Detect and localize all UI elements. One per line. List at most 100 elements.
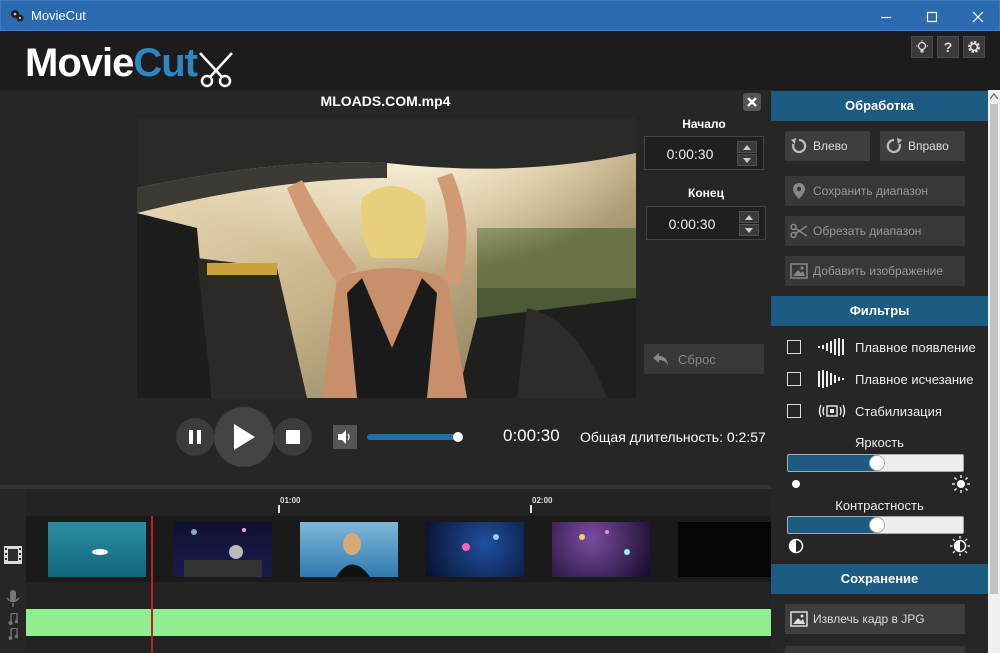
video-track-icon	[4, 545, 22, 565]
tick-mark	[278, 505, 280, 513]
pause-button[interactable]	[176, 418, 214, 456]
music-note-icon	[8, 628, 18, 640]
rotate-right-button[interactable]: Вправо	[880, 131, 965, 161]
tools-panel-scrollbar[interactable]	[988, 90, 1000, 653]
microphone-icon	[6, 590, 20, 607]
scroll-up-icon[interactable]	[990, 93, 998, 99]
video-frame-image	[137, 118, 636, 398]
fade-in-checkbox[interactable]	[787, 340, 801, 354]
tips-button[interactable]	[911, 36, 933, 58]
current-time: 0:00:30	[503, 426, 560, 445]
clip-thumbnail[interactable]	[678, 522, 771, 577]
play-button[interactable]	[214, 407, 274, 467]
scrollbar-thumb[interactable]	[990, 104, 998, 594]
caret-up-icon	[743, 144, 751, 150]
clip-boat-image	[92, 549, 108, 555]
close-file-button[interactable]	[743, 93, 761, 111]
fade-out-checkbox[interactable]	[787, 372, 801, 386]
rotate-left-icon	[785, 137, 813, 155]
tick-mark	[530, 505, 532, 513]
mic-track-icon	[4, 590, 22, 608]
app-film-icon	[11, 10, 24, 22]
brightness-fill	[788, 455, 877, 471]
player-panel: MLOADS.COM.mp4 Начало 0:00:30 Конец 0:00…	[0, 90, 771, 485]
reset-button[interactable]: Сброс	[644, 344, 764, 374]
fade-in-label: Плавное появление	[855, 339, 976, 355]
video-preview[interactable]	[137, 118, 636, 398]
next-save-button[interactable]	[785, 646, 965, 653]
music-track-icon	[4, 613, 22, 625]
end-time-field[interactable]: 0:00:30	[646, 206, 766, 240]
filter-fade-in[interactable]: Плавное появление	[787, 337, 987, 357]
minimize-button[interactable]	[863, 1, 909, 32]
pause-icon	[189, 430, 201, 444]
tools-panel: Обработка Влево Вправо Сохранить диапазо…	[771, 90, 988, 653]
start-time-up-button[interactable]	[737, 141, 757, 153]
timeline[interactable]: 01:00 02:00	[0, 485, 771, 653]
clip-thumbnail[interactable]	[552, 522, 650, 577]
clip-thumbnail[interactable]	[300, 522, 398, 577]
map-pin-icon	[785, 183, 813, 199]
maximize-button[interactable]	[909, 1, 955, 32]
rotate-left-button[interactable]: Влево	[785, 131, 870, 161]
fade-in-icon	[817, 338, 847, 356]
timeline-ruler[interactable]: 01:00 02:00	[26, 495, 771, 515]
tick-label: 02:00	[532, 496, 553, 505]
contrast-high-icon	[950, 536, 970, 556]
video-track[interactable]	[26, 516, 771, 582]
volume-slider-track[interactable]	[367, 434, 463, 440]
brightness-label: Яркость	[855, 435, 904, 450]
lightbulb-icon	[916, 40, 928, 53]
start-time-down-button[interactable]	[737, 154, 757, 166]
start-time-field[interactable]: 0:00:30	[644, 136, 764, 170]
end-time-down-button[interactable]	[739, 224, 759, 236]
filters-heading: Фильтры	[771, 296, 988, 326]
rotate-right-label: Вправо	[908, 139, 949, 153]
stabilize-label: Стабилизация	[855, 403, 942, 419]
app-logo: MovieCut	[25, 41, 198, 85]
image-icon	[785, 611, 813, 627]
mute-button[interactable]	[333, 425, 357, 449]
contrast-knob[interactable]	[869, 517, 885, 533]
app-header: MovieCut ?	[0, 31, 1000, 90]
rotate-left-label: Влево	[813, 139, 848, 153]
stabilize-checkbox[interactable]	[787, 404, 801, 418]
scissors-icon	[785, 223, 813, 239]
contrast-fill	[788, 517, 877, 533]
brightness-slider[interactable]	[787, 454, 964, 472]
play-icon	[234, 424, 255, 450]
extract-frame-button[interactable]: Извлечь кадр в JPG	[785, 604, 965, 634]
cut-range-button[interactable]: Обрезать диапазон	[785, 216, 965, 246]
contrast-low-icon	[788, 538, 804, 554]
brightness-low-icon	[792, 480, 800, 488]
brightness-knob[interactable]	[869, 455, 885, 471]
close-icon	[747, 97, 757, 107]
close-window-button[interactable]	[955, 1, 1000, 32]
end-time-up-button[interactable]	[739, 211, 759, 223]
fade-out-icon	[817, 370, 847, 388]
filter-fade-out[interactable]: Плавное исчезание	[787, 369, 987, 389]
filter-stabilize[interactable]: Стабилизация	[787, 401, 987, 421]
stop-button[interactable]	[274, 418, 312, 456]
settings-button[interactable]	[963, 36, 985, 58]
help-button[interactable]: ?	[937, 36, 959, 58]
contrast-label: Контрастность	[835, 498, 924, 513]
playhead[interactable]	[151, 516, 153, 653]
add-image-button[interactable]: Добавить изображение	[785, 256, 965, 286]
contrast-slider[interactable]	[787, 516, 964, 534]
speaker-icon	[338, 430, 350, 444]
window-title: MovieCut	[31, 8, 86, 23]
total-duration: Общая длительность: 0:2:57	[580, 429, 766, 445]
save-range-button[interactable]: Сохранить диапазон	[785, 176, 965, 206]
cut-range-label: Обрезать диапазон	[813, 224, 922, 238]
volume-slider-knob[interactable]	[453, 432, 463, 442]
clip-concert-image	[462, 534, 499, 551]
clip-thumbnail[interactable]	[174, 522, 272, 577]
audio-track[interactable]	[26, 609, 771, 636]
reset-label: Сброс	[678, 351, 716, 367]
clip-thumbnail[interactable]	[48, 522, 146, 577]
fade-out-label: Плавное исчезание	[855, 371, 974, 387]
clip-thumbnail[interactable]	[426, 522, 524, 577]
file-name: MLOADS.COM.mp4	[320, 93, 451, 109]
help-icon: ?	[943, 39, 953, 55]
